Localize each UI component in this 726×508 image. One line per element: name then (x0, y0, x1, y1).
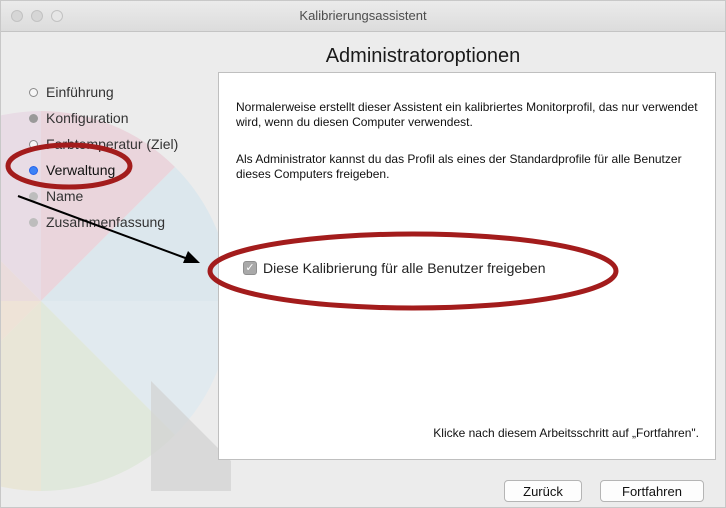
step-pending-icon (29, 191, 38, 201)
calibration-window: Kalibrierungsassistent Administratoropti… (0, 0, 726, 508)
share-calibration-option[interactable]: ✓ Diese Kalibrierung für alle Benutzer f… (243, 260, 546, 276)
step-farbtemperatur: Farbtemperatur (Ziel) (29, 131, 229, 157)
step-name: Name (29, 183, 229, 209)
titlebar: Kalibrierungsassistent (1, 1, 725, 32)
checkmark-icon: ✓ (245, 261, 255, 274)
step-zusammenfassung: Zusammenfassung (29, 209, 229, 235)
window-title: Kalibrierungsassistent (299, 8, 427, 23)
description-paragraph-2: Als Administrator kannst du das Profil a… (236, 152, 682, 181)
step-pending-icon (29, 217, 38, 227)
back-button[interactable]: Zurück (504, 480, 582, 502)
step-label: Farbtemperatur (Ziel) (46, 136, 179, 152)
description-paragraph-1: Normalerweise erstellt dieser Assistent … (236, 100, 698, 129)
share-calibration-label[interactable]: Diese Kalibrierung für alle Benutzer fre… (263, 260, 546, 276)
step-einfuehrung: Einführung (29, 79, 229, 105)
step-done-icon (29, 139, 38, 149)
step-label: Konfiguration (46, 110, 129, 126)
step-label: Name (46, 188, 84, 204)
step-current-icon (29, 165, 38, 175)
step-label: Zusammenfassung (46, 214, 166, 230)
share-calibration-checkbox[interactable]: ✓ (243, 261, 257, 275)
page-title: Administratoroptionen (325, 45, 521, 67)
steps-sidebar: Einführung Konfiguration Farbtemperatur … (29, 79, 229, 235)
continue-hint: Klicke nach diesem Arbeitsschritt auf „F… (433, 426, 699, 440)
step-done-icon (29, 113, 38, 123)
step-verwaltung: Verwaltung (29, 157, 229, 183)
continue-button[interactable]: Fortfahren (600, 480, 704, 502)
step-label: Einführung (46, 84, 114, 100)
step-label: Verwaltung (46, 162, 116, 178)
step-konfiguration: Konfiguration (29, 105, 229, 131)
content-panel: Normalerweise erstellt dieser Assistent … (218, 72, 716, 460)
step-done-icon (29, 87, 38, 97)
